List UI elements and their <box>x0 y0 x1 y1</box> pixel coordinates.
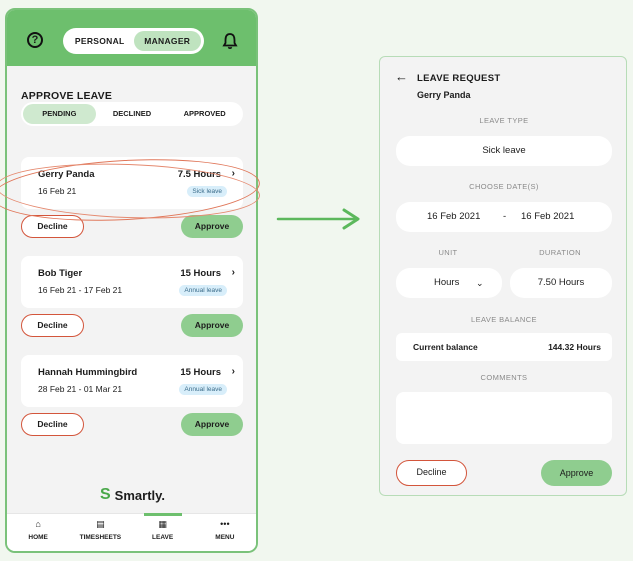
leave-type-badge: Annual leave <box>179 285 227 296</box>
smartly-logo-text: Smartly. <box>114 487 166 503</box>
nav-label: TIMESHEETS <box>79 534 122 541</box>
balance-row: Current balance 144.32 Hours <box>396 333 612 361</box>
unit-label: UNIT <box>438 248 458 257</box>
tab-declined[interactable]: DECLINED <box>96 104 169 124</box>
date-separator: - <box>503 211 507 222</box>
start-date[interactable]: 16 Feb 2021 <box>427 202 480 232</box>
approve-button[interactable]: Approve <box>181 215 243 238</box>
mode-toggle: PERSONAL MANAGER <box>63 28 204 54</box>
section-title: APPROVE LEAVE <box>21 90 113 102</box>
tab-personal[interactable]: PERSONAL <box>66 31 134 51</box>
nav-timesheets[interactable]: ▤ TIMESHEETS <box>69 514 131 551</box>
nav-label: MENU <box>215 534 235 541</box>
leave-type-label: LEAVE TYPE <box>479 116 529 125</box>
filter-tabs: PENDING DECLINED APPROVED <box>21 102 243 126</box>
leave-date: 16 Feb 21 - 17 Feb 21 <box>38 285 123 295</box>
leave-type-badge: Annual leave <box>179 384 227 395</box>
unit-value: Hours <box>434 277 460 288</box>
leave-hours: 15 Hours <box>180 268 221 279</box>
bell-icon[interactable] <box>222 32 238 50</box>
unit-select[interactable]: Hours ⌄ <box>396 268 502 298</box>
manager-phone-screen: ? PERSONAL MANAGER APPROVE LEAVE PENDING… <box>5 8 258 553</box>
leave-request-card[interactable]: Bob Tiger 16 Feb 21 - 17 Feb 21 15 Hours… <box>21 256 243 308</box>
duration-label: DURATION <box>539 248 581 257</box>
tab-pending[interactable]: PENDING <box>23 104 96 124</box>
calendar-icon: ▦ <box>158 519 167 529</box>
leave-hours: 15 Hours <box>180 367 221 378</box>
smartly-logo: S Smartly. <box>100 486 165 504</box>
approve-button[interactable]: Approve <box>181 413 243 436</box>
leave-type-field[interactable]: Sick leave <box>396 136 612 166</box>
chevron-down-icon: ⌄ <box>476 278 484 288</box>
bottom-nav: ⌂ HOME ▤ TIMESHEETS ▦ LEAVE ••• MENU <box>7 513 256 551</box>
employee-name: Bob Tiger <box>38 268 83 279</box>
help-icon[interactable]: ? <box>27 32 43 48</box>
smartly-logo-icon: S <box>100 486 111 503</box>
decline-button[interactable]: Decline <box>21 314 84 337</box>
nav-label: LEAVE <box>152 534 174 541</box>
arrow-right-icon <box>276 208 360 230</box>
chevron-right-icon[interactable]: › <box>232 366 235 377</box>
employee-name: Gerry Panda <box>417 90 471 100</box>
balance-label: LEAVE BALANCE <box>471 315 537 324</box>
comments-input[interactable] <box>396 392 612 444</box>
comments-label: COMMENTS <box>480 373 528 382</box>
dates-label: CHOOSE DATE(S) <box>469 182 539 191</box>
approve-button[interactable]: Approve <box>541 460 612 486</box>
balance-value: 144.32 Hours <box>548 342 601 352</box>
timesheets-icon: ▤ <box>96 519 105 529</box>
panel-title: LEAVE REQUEST <box>417 73 501 84</box>
end-date[interactable]: 16 Feb 2021 <box>521 202 574 232</box>
more-icon: ••• <box>220 519 230 529</box>
leave-date: 28 Feb 21 - 01 Mar 21 <box>38 384 123 394</box>
duration-field[interactable]: 7.50 Hours <box>510 268 612 298</box>
date-range-field[interactable]: 16 Feb 2021 - 16 Feb 2021 <box>396 202 612 232</box>
back-arrow-icon[interactable]: ← <box>395 69 408 84</box>
employee-name: Hannah Hummingbird <box>38 367 138 378</box>
nav-leave[interactable]: ▦ LEAVE <box>132 513 194 551</box>
home-icon: ⌂ <box>35 519 41 529</box>
decline-button[interactable]: Decline <box>396 460 467 486</box>
top-bar: ? PERSONAL MANAGER <box>7 10 256 66</box>
nav-label: HOME <box>28 534 48 541</box>
balance-name: Current balance <box>413 342 478 352</box>
decline-button[interactable]: Decline <box>21 413 84 436</box>
leave-request-card[interactable]: Hannah Hummingbird 28 Feb 21 - 01 Mar 21… <box>21 355 243 407</box>
approve-button[interactable]: Approve <box>181 314 243 337</box>
chevron-right-icon[interactable]: › <box>232 267 235 278</box>
tab-approved[interactable]: APPROVED <box>168 104 241 124</box>
nav-menu[interactable]: ••• MENU <box>194 514 256 551</box>
leave-request-panel: ← LEAVE REQUEST Gerry Panda LEAVE TYPE S… <box>379 56 627 496</box>
nav-home[interactable]: ⌂ HOME <box>7 514 69 551</box>
tab-manager[interactable]: MANAGER <box>133 31 201 51</box>
